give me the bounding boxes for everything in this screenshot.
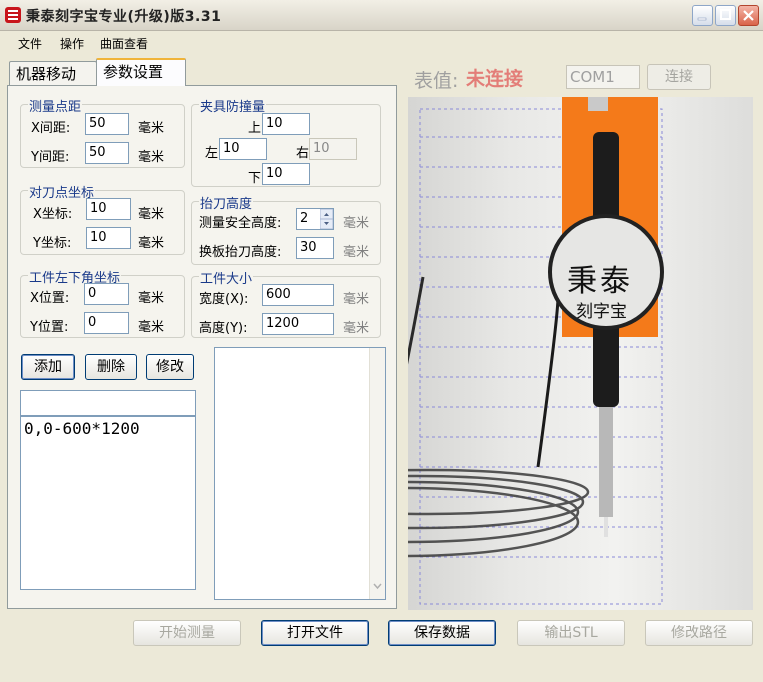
region-list[interactable]: 0,0-600*1200 — [20, 416, 196, 590]
corner-y-input[interactable]: 0 — [84, 312, 129, 334]
clamp-top-label: 上 — [248, 121, 262, 136]
minimize-button[interactable] — [692, 5, 713, 26]
menu-bar: 文件 操作 曲面查看 — [0, 31, 763, 53]
width-unit: 毫米 — [343, 292, 370, 307]
clamp-guard-title: 夹具防撞量 — [199, 96, 267, 115]
preview-scrollbar[interactable] — [369, 348, 385, 599]
width-input[interactable]: 600 — [262, 284, 334, 306]
close-icon — [743, 10, 754, 21]
list-item[interactable]: 0,0-600*1200 — [21, 417, 195, 440]
clamp-bottom-input[interactable]: 10 — [262, 163, 310, 185]
safe-height-label: 测量安全高度: — [199, 216, 282, 231]
preview-box[interactable] — [214, 347, 386, 600]
clamp-top-input[interactable]: 10 — [262, 113, 310, 135]
scroll-down-icon[interactable] — [373, 582, 382, 591]
minimize-icon — [697, 17, 707, 21]
measure-spacing-title: 测量点距 — [28, 96, 83, 115]
height-unit: 毫米 — [343, 321, 370, 336]
title-bar[interactable]: 秉泰刻字宝专业(升级)版3.31 — [0, 0, 763, 31]
device-illustration — [226, 97, 664, 605]
port-select[interactable]: COM1 — [566, 65, 640, 89]
spinner-arrows-icon[interactable] — [320, 209, 333, 229]
maximize-icon — [720, 9, 731, 20]
gauge-label: 表值: — [414, 70, 459, 92]
tool-y-input[interactable]: 10 — [86, 227, 131, 249]
device-photo — [226, 97, 753, 610]
tool-y-label: Y坐标: — [33, 236, 72, 251]
x-spacing-label: X间距: — [31, 121, 71, 136]
change-height-unit: 毫米 — [343, 245, 370, 260]
height-label: 高度(Y): — [199, 321, 248, 336]
window-title: 秉泰刻字宝专业(升级)版3.31 — [26, 9, 222, 25]
corner-x-unit: 毫米 — [138, 291, 165, 306]
logo-text-main: 秉泰 — [567, 264, 633, 299]
width-label: 宽度(X): — [199, 292, 249, 307]
x-spacing-unit: 毫米 — [138, 121, 165, 136]
export-stl-button[interactable]: 输出STL — [517, 620, 625, 646]
corner-x-label: X位置: — [30, 291, 70, 306]
corner-y-unit: 毫米 — [138, 320, 165, 335]
modify-path-button[interactable]: 修改路径 — [645, 620, 753, 646]
menu-operate[interactable]: 操作 — [60, 35, 84, 52]
connect-button[interactable]: 连接 — [647, 64, 711, 90]
connection-status: 未连接 — [466, 68, 524, 90]
delete-button[interactable]: 删除 — [85, 354, 137, 380]
tool-y-unit: 毫米 — [138, 236, 165, 251]
modify-button[interactable]: 修改 — [146, 354, 194, 380]
port-value: COM1 — [570, 68, 615, 86]
logo-text-sub: 刻字宝 — [576, 302, 627, 322]
tool-x-label: X坐标: — [33, 207, 73, 222]
safe-height-value: 2 — [300, 211, 309, 226]
y-spacing-label: Y间距: — [31, 150, 70, 165]
tool-x-input[interactable]: 10 — [86, 198, 131, 220]
clamp-left-input[interactable]: 10 — [219, 138, 267, 160]
lift-height-title: 抬刀高度 — [199, 193, 254, 212]
app-logo-icon — [5, 7, 21, 23]
close-button[interactable] — [738, 5, 759, 26]
workpiece-size-title: 工件大小 — [199, 268, 254, 287]
height-input[interactable]: 1200 — [262, 313, 334, 335]
maximize-button[interactable] — [715, 5, 736, 26]
open-file-button[interactable]: 打开文件 — [261, 620, 369, 646]
clamp-right-label: 右 — [296, 146, 310, 161]
tool-x-unit: 毫米 — [138, 207, 165, 222]
clamp-right-input: 10 — [309, 138, 357, 160]
clamp-left-label: 左 — [205, 146, 219, 161]
save-data-button[interactable]: 保存数据 — [388, 620, 496, 646]
x-spacing-input[interactable]: 50 — [85, 113, 129, 135]
clamp-bottom-label: 下 — [248, 171, 262, 186]
add-button[interactable]: 添加 — [21, 354, 75, 380]
change-height-input[interactable]: 30 — [296, 237, 334, 259]
start-measure-button[interactable]: 开始测量 — [133, 620, 241, 646]
tab-parameters[interactable]: 参数设置 — [96, 58, 186, 86]
corner-y-label: Y位置: — [30, 320, 69, 335]
menu-file[interactable]: 文件 — [18, 35, 42, 52]
region-input[interactable] — [20, 390, 196, 416]
tool-point-title: 对刀点坐标 — [28, 182, 96, 201]
y-spacing-input[interactable]: 50 — [85, 142, 129, 164]
safe-height-unit: 毫米 — [343, 216, 370, 231]
menu-surface-view[interactable]: 曲面查看 — [100, 35, 148, 52]
corner-x-input[interactable]: 0 — [84, 283, 129, 305]
change-height-label: 换板抬刀高度: — [199, 245, 282, 260]
tab-machine-move[interactable]: 机器移动 — [9, 61, 97, 85]
y-spacing-unit: 毫米 — [138, 150, 165, 165]
safe-height-spinner[interactable]: 2 — [296, 208, 334, 230]
